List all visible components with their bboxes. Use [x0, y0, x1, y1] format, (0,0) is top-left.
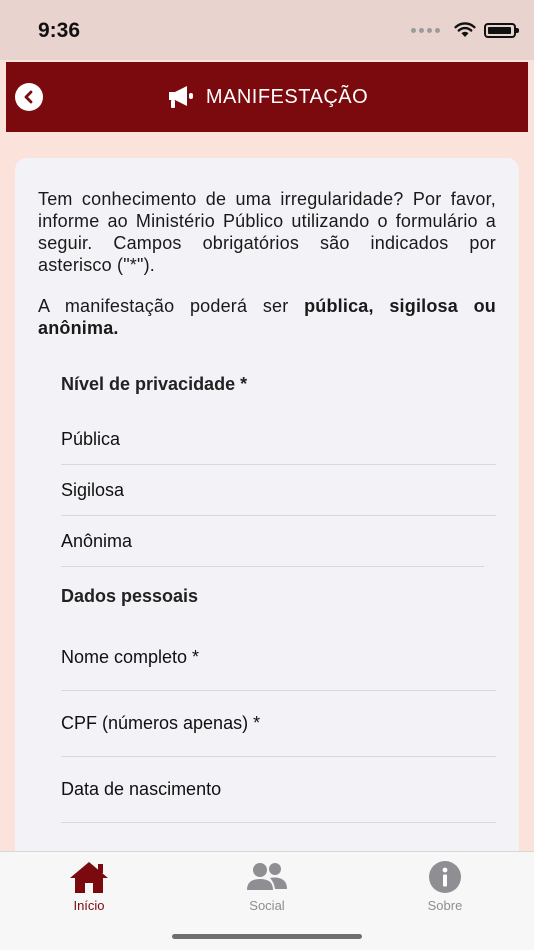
field-label: CPF (números apenas) * [61, 713, 261, 733]
option-label: Sigilosa [61, 479, 125, 500]
privacy-option-anonima[interactable]: Anônima [61, 516, 484, 567]
status-icons [411, 22, 519, 38]
signal-icon [411, 27, 440, 33]
tab-sobre[interactable]: Sobre [385, 860, 505, 913]
battery-icon [484, 22, 519, 38]
tab-social[interactable]: Social [207, 860, 327, 913]
back-button[interactable] [15, 83, 43, 111]
megaphone-icon [168, 86, 193, 108]
privacy-note-prefix: A manifestação poderá ser [38, 296, 305, 316]
tab-label: Sobre [427, 898, 463, 913]
privacy-option-publica[interactable]: Pública [61, 414, 496, 465]
personal-data-title: Dados pessoais [61, 586, 199, 606]
app-header: MANIFESTAÇÃO [6, 62, 528, 132]
status-bar: 9:36 [0, 0, 534, 60]
home-icon [70, 862, 108, 893]
wifi-icon [454, 22, 476, 37]
status-time: 9:36 [38, 19, 81, 42]
birth-date-field[interactable]: Data de nascimento [61, 757, 496, 823]
option-label: Pública [61, 428, 121, 449]
privacy-option-sigilosa[interactable]: Sigilosa [61, 465, 496, 516]
field-label: Data de nascimento [61, 779, 222, 799]
page-title: MANIFESTAÇÃO [205, 85, 369, 108]
privacy-level-title: Nível de privacidade * [61, 374, 248, 394]
chevron-left-icon [24, 90, 33, 104]
field-label: Nome completo * [61, 647, 200, 667]
home-indicator[interactable] [172, 934, 362, 939]
form-card: Tem conhecimento de uma irregularidade? … [15, 158, 519, 878]
tab-inicio[interactable]: Início [29, 860, 149, 913]
info-icon [429, 861, 461, 893]
full-name-field[interactable]: Nome completo * [61, 625, 496, 691]
option-label: Anônima [61, 530, 133, 551]
intro-text: Tem conhecimento de uma irregularidade? … [38, 189, 496, 275]
tab-label: Social [249, 898, 285, 913]
people-icon [247, 863, 287, 890]
header-title-group: MANIFESTAÇÃO [166, 84, 368, 110]
privacy-note: A manifestação poderá ser pública, sigil… [38, 295, 496, 339]
cpf-field[interactable]: CPF (números apenas) * [61, 691, 496, 757]
tab-label: Início [73, 898, 105, 913]
